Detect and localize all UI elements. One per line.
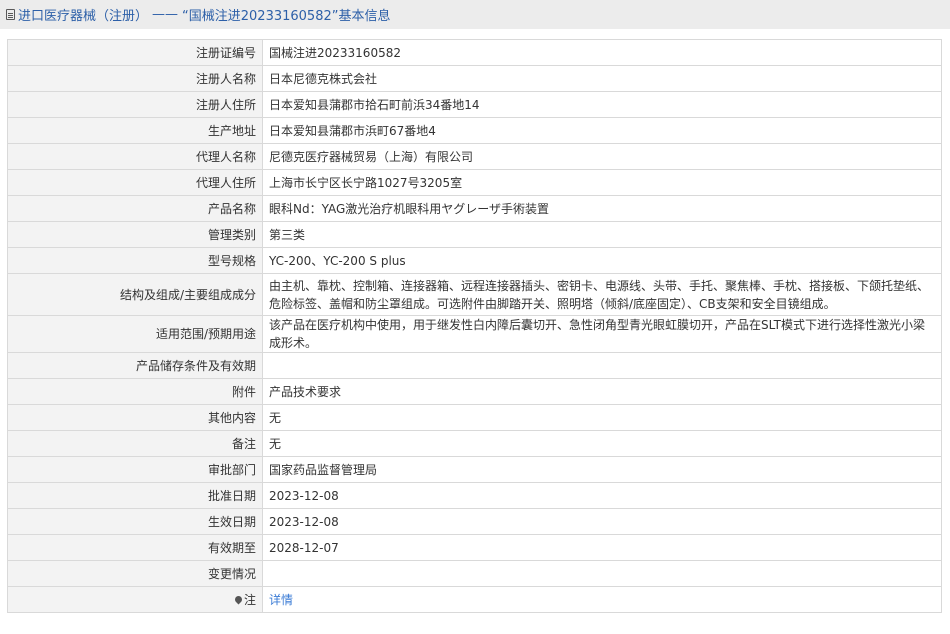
row-label: 注 (243, 592, 256, 607)
row-value: 日本爱知县蒲郡市浜町67番地4 (262, 117, 942, 144)
row-value: 国械注进20233160582 (262, 39, 942, 66)
row-value (262, 560, 942, 587)
row-value: 2023-12-08 (262, 482, 942, 509)
row-label: 其他内容 (7, 404, 263, 431)
row-label: 有效期至 (7, 534, 263, 561)
table-row: 变更情况 (7, 560, 942, 587)
page-header: 进口医疗器械（注册） —— “国械注进20233160582”基本信息 (0, 0, 950, 29)
row-label: 代理人住所 (7, 169, 263, 196)
details-link[interactable]: 详情 (269, 593, 293, 607)
row-label: 型号规格 (7, 247, 263, 274)
table-row: 注册人名称 日本尼德克株式会社 (7, 65, 942, 92)
table-row: 代理人住所 上海市长宁区长宁路1027号3205室 (7, 169, 942, 196)
table-row: 注册人住所 日本爱知县蒲郡市拾石町前浜34番地14 (7, 91, 942, 118)
table-row: 产品名称 眼科Nd：YAG激光治疗机眼科用ヤグレーザ手術装置 (7, 195, 942, 222)
row-value: 眼科Nd：YAG激光治疗机眼科用ヤグレーザ手術装置 (262, 195, 942, 222)
category-title: 进口医疗器械（注册） (18, 9, 149, 24)
row-value: 无 (262, 404, 942, 431)
table-row: 适用范围/预期用途 该产品在医疗机构中使用，用于继发性白内障后囊切开、急性闭角型… (7, 315, 942, 353)
row-label: 注册证编号 (7, 39, 263, 66)
row-label: 注册人名称 (7, 65, 263, 92)
table-row: 管理类别 第三类 (7, 221, 942, 248)
note-label-cell: 注 (7, 586, 263, 613)
table-row: 注 详情 (7, 586, 942, 613)
row-label: 批准日期 (7, 482, 263, 509)
title-separator: —— (152, 7, 179, 22)
document-icon (6, 9, 15, 20)
row-value: 尼德克医疗器械贸易（上海）有限公司 (262, 143, 942, 170)
row-value (262, 352, 942, 379)
row-label: 审批部门 (7, 456, 263, 483)
info-table: 注册证编号 国械注进20233160582 注册人名称 日本尼德克株式会社 注册… (7, 39, 942, 613)
row-value: 国家药品监督管理局 (262, 456, 942, 483)
table-row: 批准日期 2023-12-08 (7, 482, 942, 509)
row-label: 备注 (7, 430, 263, 457)
row-label: 管理类别 (7, 221, 263, 248)
page-title: “国械注进20233160582”基本信息 (182, 9, 391, 24)
row-label: 注册人住所 (7, 91, 263, 118)
table-row: 有效期至 2028-12-07 (7, 534, 942, 561)
row-value: 上海市长宁区长宁路1027号3205室 (262, 169, 942, 196)
table-row: 其他内容 无 (7, 404, 942, 431)
row-value: YC-200、YC-200 S plus (262, 247, 942, 274)
table-row: 生产地址 日本爱知县蒲郡市浜町67番地4 (7, 117, 942, 144)
table-row: 型号规格 YC-200、YC-200 S plus (7, 247, 942, 274)
row-label: 变更情况 (7, 560, 263, 587)
pin-icon (233, 594, 244, 604)
table-row: 附件 产品技术要求 (7, 378, 942, 405)
row-label: 代理人名称 (7, 143, 263, 170)
row-label: 附件 (7, 378, 263, 405)
row-label: 产品储存条件及有效期 (7, 352, 263, 379)
table-row: 生效日期 2023-12-08 (7, 508, 942, 535)
row-label: 产品名称 (7, 195, 263, 222)
row-label: 生效日期 (7, 508, 263, 535)
row-value: 无 (262, 430, 942, 457)
row-label: 生产地址 (7, 117, 263, 144)
row-label: 结构及组成/主要组成成分 (7, 273, 263, 316)
row-value: 详情 (262, 586, 942, 613)
table-row: 代理人名称 尼德克医疗器械贸易（上海）有限公司 (7, 143, 942, 170)
row-value: 日本爱知县蒲郡市拾石町前浜34番地14 (262, 91, 942, 118)
row-value: 2028-12-07 (262, 534, 942, 561)
row-value: 日本尼德克株式会社 (262, 65, 942, 92)
table-row: 注册证编号 国械注进20233160582 (7, 39, 942, 66)
table-row: 产品储存条件及有效期 (7, 352, 942, 379)
row-label: 适用范围/预期用途 (7, 315, 263, 353)
table-row: 审批部门 国家药品监督管理局 (7, 456, 942, 483)
row-value: 该产品在医疗机构中使用，用于继发性白内障后囊切开、急性闭角型青光眼虹膜切开，产品… (262, 315, 942, 353)
table-row: 备注 无 (7, 430, 942, 457)
row-value: 产品技术要求 (262, 378, 942, 405)
row-value: 2023-12-08 (262, 508, 942, 535)
row-value: 由主机、靠枕、控制箱、连接器箱、远程连接器插头、密钥卡、电源线、头带、手托、聚焦… (262, 273, 942, 316)
table-row: 结构及组成/主要组成成分 由主机、靠枕、控制箱、连接器箱、远程连接器插头、密钥卡… (7, 273, 942, 316)
row-value: 第三类 (262, 221, 942, 248)
